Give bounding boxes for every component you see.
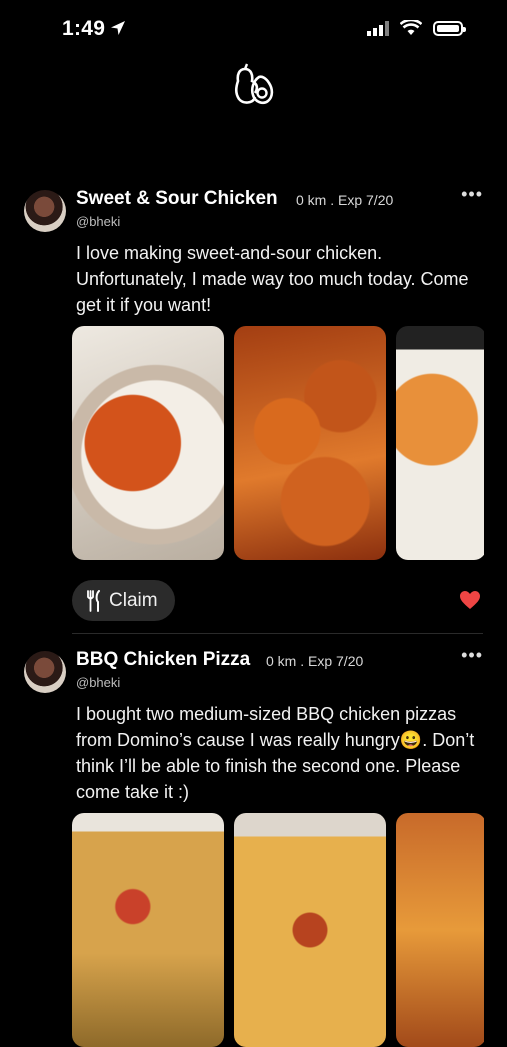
post-meta: 0 km . Exp 7/20 [296,192,394,208]
food-photo[interactable] [234,326,386,560]
post-title: BBQ Chicken Pizza [76,649,251,670]
post-body: I love making sweet-and-sour chicken. Un… [76,243,469,315]
location-arrow-icon [111,21,125,35]
avatar[interactable] [24,651,66,693]
claim-button[interactable]: Claim [72,580,175,621]
food-photo[interactable] [72,326,224,560]
post-handle: @bheki [76,214,121,229]
wifi-icon [400,20,422,35]
battery-icon [433,20,466,36]
status-bar: 1:49 [0,0,507,60]
food-photo[interactable] [72,813,224,1047]
post-title: Sweet & Sour Chicken [76,188,278,209]
claim-label: Claim [109,589,158,611]
photo-carousel[interactable] [72,326,484,560]
cellular-signal-icon [367,20,389,36]
avocado-logo-icon [234,63,274,105]
heart-icon[interactable] [459,590,481,610]
food-photo[interactable] [396,326,484,560]
photo-carousel[interactable] [72,813,484,1047]
more-options-icon[interactable]: ••• [461,184,483,205]
post-meta: 0 km . Exp 7/20 [266,653,364,669]
divider [72,633,483,634]
post-handle: @bheki [76,675,121,690]
more-options-icon[interactable]: ••• [461,645,483,666]
food-photo[interactable] [396,813,484,1047]
avatar[interactable] [24,190,66,232]
status-time: 1:49 [62,17,106,40]
food-photo[interactable] [234,813,386,1047]
status-icons [367,20,466,36]
post-body: I bought two medium-sized BBQ chicken pi… [76,704,475,802]
fork-knife-icon [87,589,100,612]
